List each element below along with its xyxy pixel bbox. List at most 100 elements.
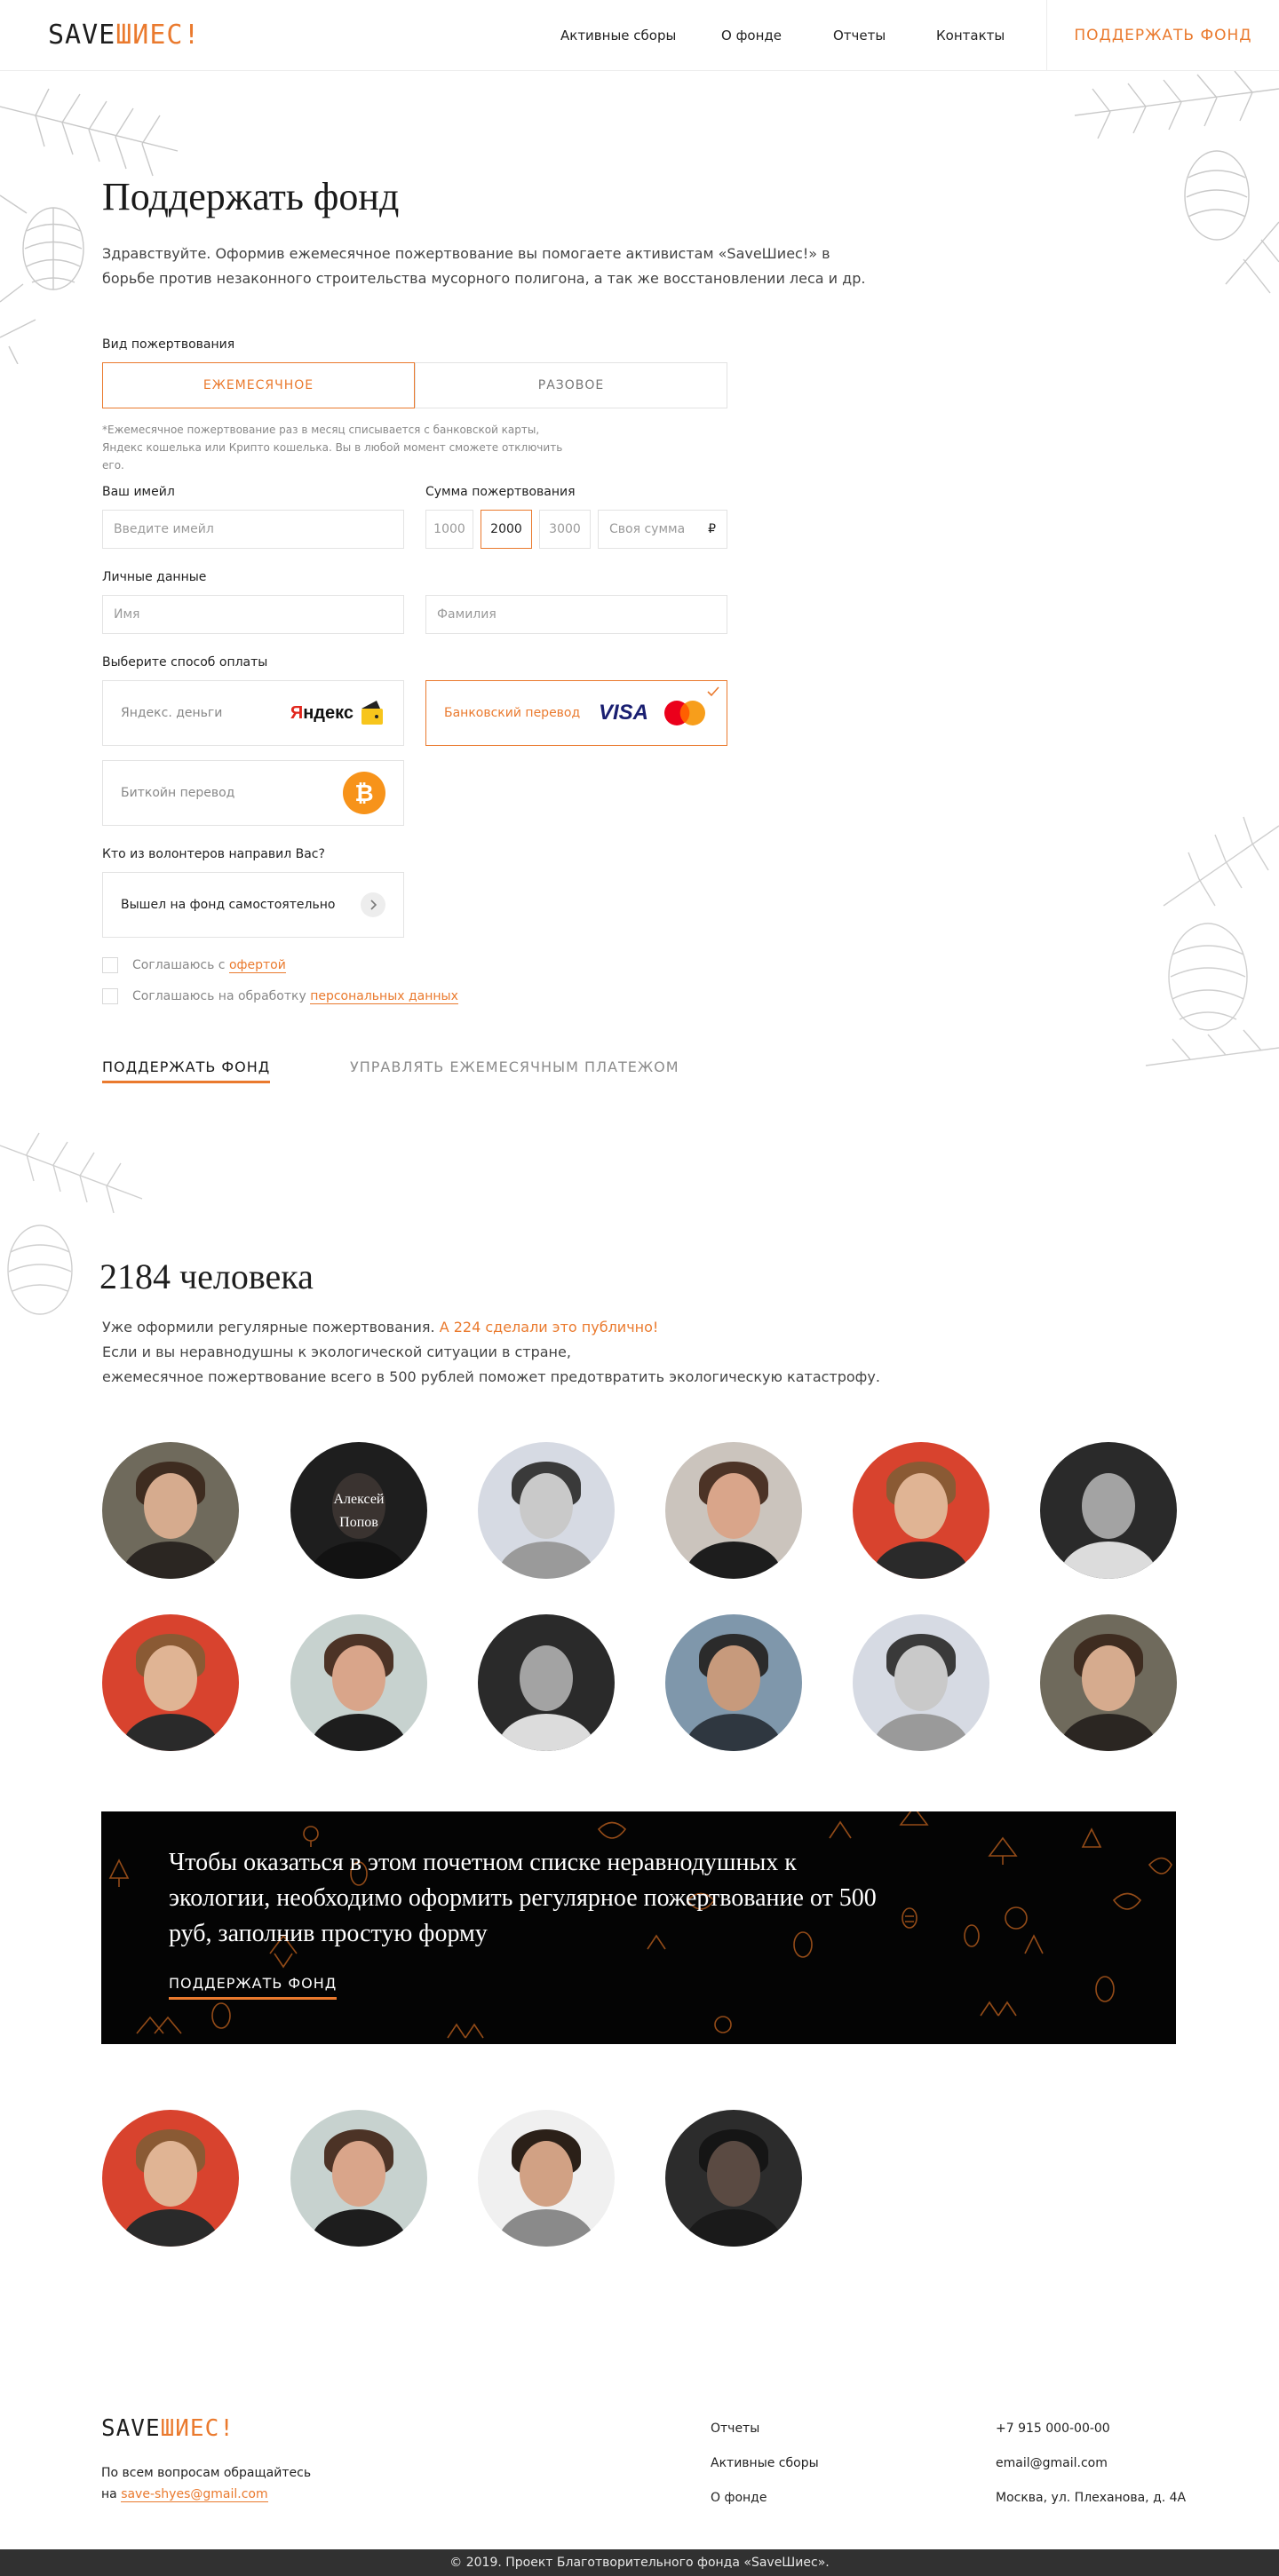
footer-phone[interactable]: +7 915 000-00-00: [996, 2421, 1110, 2436]
volunteer-label: Кто из волонтеров направил Вас?: [102, 847, 325, 861]
supporter-avatar[interactable]: [665, 1442, 802, 1579]
footer-logo-part-shies: ШИЕС!: [160, 2415, 234, 2442]
supporter-last-name: Попов: [339, 1515, 378, 1530]
manage-monthly-payment-button[interactable]: УПРАВЛЯТЬ ЕЖЕМЕСЯЧНЫМ ПЛАТЕЖОМ: [350, 1058, 679, 1075]
footer-logo-part-save: SAVE: [101, 2415, 161, 2442]
card-logos: VISA: [599, 698, 709, 728]
chevron-right-icon: [361, 892, 385, 917]
supporter-avatar-named[interactable]: Алексей Попов: [290, 1442, 427, 1579]
mastercard-logo: [664, 701, 705, 725]
svg-text:₿: ₿: [354, 781, 373, 807]
amount-label: Сумма пожертвования: [425, 485, 576, 499]
pine-decoration-middle-right: [1145, 816, 1279, 1066]
footer-email[interactable]: email@gmail.com: [996, 2456, 1108, 2470]
personal-data-link[interactable]: персональных данных: [310, 989, 458, 1004]
amount-1000[interactable]: 1000: [425, 510, 473, 549]
bitcoin-icon: ₿: [343, 772, 385, 814]
supporter-avatar[interactable]: [1040, 1442, 1177, 1579]
yandex-logo-text: Яндекс: [290, 703, 354, 724]
supporter-avatar[interactable]: [478, 1442, 615, 1579]
supporter-avatar[interactable]: [290, 1614, 427, 1751]
agree-personal-data-checkbox[interactable]: [102, 988, 118, 1004]
supporter-avatar[interactable]: [102, 1614, 239, 1751]
agree-personal-data-row[interactable]: Соглашаюсь на обработку персональных дан…: [102, 988, 458, 1004]
site-header: SAVEШИЕС! Активные сборы О фонде Отчеты …: [0, 0, 1279, 71]
agree-offer-row[interactable]: Соглашаюсь с офертой: [102, 957, 286, 973]
supporter-avatar[interactable]: [102, 1442, 239, 1579]
banner-donate-button[interactable]: ПОДДЕРЖАТЬ ФОНД: [169, 1975, 338, 2000]
first-name-input[interactable]: Имя: [102, 595, 404, 634]
supporters-line1: Уже оформили регулярные пожертвования.: [102, 1319, 440, 1336]
offer-link[interactable]: офертой: [228, 958, 286, 973]
custom-amount-input[interactable]: Своя сумма ₽: [598, 510, 727, 549]
nav-active-collections[interactable]: Активные сборы: [560, 28, 676, 44]
banner-text: Чтобы оказаться в этом почетном списке н…: [169, 1849, 877, 1947]
agree-personal-data-text: Соглашаюсь на обработку: [132, 989, 306, 1003]
supporter-avatar[interactable]: [853, 1614, 989, 1751]
volunteer-select-value: Вышел на фонд самостоятельно: [121, 898, 336, 912]
footer-contact-prefix: на: [101, 2487, 122, 2501]
supporter-avatar[interactable]: [478, 1614, 615, 1751]
supporter-avatar[interactable]: [665, 1614, 802, 1751]
logo-part-save: SAVE: [48, 20, 116, 51]
form-title: Поддержать фонд: [102, 175, 400, 218]
amount-2000[interactable]: 2000: [481, 510, 532, 549]
site-logo[interactable]: SAVEШИЕС!: [48, 20, 201, 51]
footer-address: Москва, ул. Плеханова, д. 4А: [996, 2491, 1187, 2505]
footer-contact-email-row: на save-shyes@gmail.com: [101, 2487, 268, 2502]
nav-reports[interactable]: Отчеты: [833, 28, 886, 44]
supporter-avatar[interactable]: [665, 2110, 802, 2247]
pine-decoration-middle-left: [0, 1132, 143, 1315]
agree-offer-checkbox[interactable]: [102, 957, 118, 973]
header-donate-button[interactable]: ПОДДЕРЖАТЬ ФОНД: [1046, 0, 1279, 71]
footer-link-about[interactable]: О фонде: [711, 2491, 767, 2505]
yandex-logo-rest: ндекс: [303, 702, 354, 723]
payment-yandex-label: Яндекс. деньги: [121, 706, 223, 720]
donation-type-monthly[interactable]: ЕЖЕМЕСЯЧНОЕ: [102, 362, 415, 408]
nav-about[interactable]: О фонде: [721, 28, 782, 44]
payment-bitcoin[interactable]: Биткойн перевод ₿: [102, 760, 404, 826]
footer-copyright: © 2019. Проект Благотворительного фонда …: [0, 2549, 1279, 2576]
supporters-public-highlight: А 224 сделали это публично!: [439, 1319, 659, 1336]
footer-link-active-collections[interactable]: Активные сборы: [711, 2456, 819, 2470]
payment-yandex[interactable]: Яндекс. деньги Яндекс: [102, 680, 404, 746]
donation-type-once[interactable]: РАЗОВОЕ: [415, 362, 727, 408]
amount-3000[interactable]: 3000: [539, 510, 591, 549]
supporter-avatar[interactable]: [102, 2110, 239, 2247]
footer-logo[interactable]: SAVEШИЕС!: [101, 2415, 234, 2442]
supporter-avatar[interactable]: [853, 1442, 989, 1579]
nav-contacts[interactable]: Контакты: [936, 28, 1005, 44]
visa-logo: VISA: [598, 701, 648, 725]
yandex-logo-first-letter: Я: [290, 702, 304, 723]
supporters-text: Уже оформили регулярные пожертвования. А…: [102, 1315, 990, 1390]
donation-type-label: Вид пожертвования: [102, 337, 235, 352]
volunteer-select[interactable]: Вышел на фонд самостоятельно: [102, 872, 404, 938]
payment-bank-transfer[interactable]: Банковский перевод VISA: [425, 680, 727, 746]
logo-part-shies: ШИЕС!: [115, 20, 201, 51]
supporter-first-name: Алексей: [333, 1492, 385, 1507]
footer-contact-text: По всем вопросам обращайтесь: [101, 2466, 312, 2480]
email-input[interactable]: Введите имейл: [102, 510, 404, 549]
form-submit-button[interactable]: ПОДДЕРЖАТЬ ФОНД: [102, 1058, 271, 1083]
payment-bank-label: Банковский перевод: [444, 706, 581, 720]
last-name-input[interactable]: Фамилия: [425, 595, 727, 634]
supporters-line2: Если и вы неравнодушны к экологической с…: [102, 1343, 571, 1360]
supporter-avatar[interactable]: [290, 2110, 427, 2247]
supporter-name: Алексей Попов: [290, 1488, 427, 1534]
pine-decoration-top-right: [1074, 71, 1279, 294]
payment-method-label: Выберите способ оплаты: [102, 655, 268, 670]
form-lead: Здравствуйте. Оформив ежемесячное пожерт…: [102, 245, 866, 287]
yandex-money-logo: Яндекс: [290, 698, 385, 728]
footer-link-reports[interactable]: Отчеты: [711, 2421, 759, 2436]
payment-bitcoin-label: Биткойн перевод: [121, 786, 235, 800]
yandex-wallet-icon: [361, 701, 383, 725]
custom-amount-placeholder: Своя сумма: [609, 522, 686, 536]
supporters-line3: ежемесячное пожертвование всего в 500 ру…: [102, 1368, 880, 1385]
email-label: Ваш имейл: [102, 485, 175, 499]
personal-data-label: Личные данные: [102, 570, 207, 584]
footer-contact-email[interactable]: save-shyes@gmail.com: [121, 2487, 268, 2502]
supporter-avatar[interactable]: [1040, 1614, 1177, 1751]
agree-offer-text: Соглашаюсь с: [132, 958, 226, 972]
selected-check-icon: [707, 686, 719, 697]
supporter-avatar[interactable]: [478, 2110, 615, 2247]
